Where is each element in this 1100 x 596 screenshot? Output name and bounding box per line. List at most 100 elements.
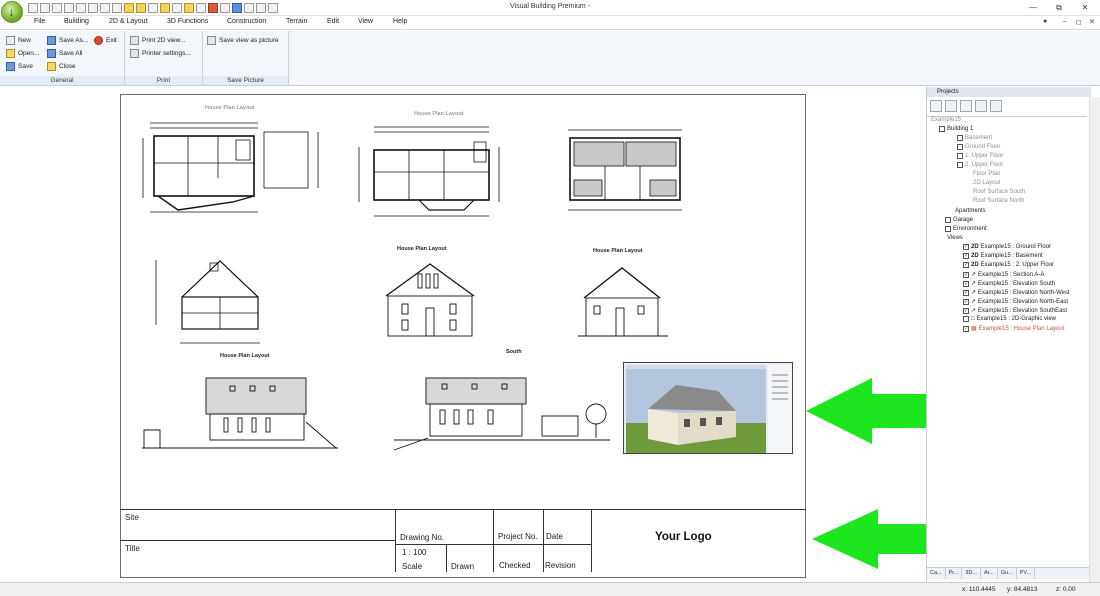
checkbox[interactable]: [957, 135, 963, 141]
checkbox[interactable]: [963, 325, 969, 332]
menu-view[interactable]: View: [358, 18, 373, 25]
view-item-selected[interactable]: ▦Example15 : House Plan Layout: [963, 325, 1064, 332]
ribbon-minimize-icon[interactable]: –: [1063, 18, 1067, 25]
tab-catalog[interactable]: Ca...: [927, 568, 946, 579]
rendered-3d-view[interactable]: [623, 362, 793, 454]
close-doc-button[interactable]: Close: [47, 61, 76, 72]
view-item[interactable]: ↗Example15 : Elevation South: [963, 280, 1055, 287]
tree-root[interactable]: Example15: [931, 117, 961, 123]
menu-help[interactable]: Help: [393, 18, 407, 25]
restore-button[interactable]: ⧉: [1046, 1, 1072, 14]
checkbox[interactable]: [939, 126, 945, 132]
tab-guide[interactable]: Gu...: [998, 568, 1017, 579]
view-item[interactable]: ↗Example15 : Elevation North-West: [963, 289, 1070, 296]
projects-toolbar: [930, 100, 1002, 113]
floor-plan-drawing-2[interactable]: [354, 122, 504, 220]
menu-edit[interactable]: Edit: [327, 18, 339, 25]
menu-3d-functions[interactable]: 3D Functions: [167, 18, 208, 25]
view-item[interactable]: 2DExample15 : 2. Upper Floor: [963, 262, 1054, 268]
checkbox[interactable]: [963, 262, 969, 268]
minimize-button[interactable]: —: [1020, 1, 1046, 14]
checkbox[interactable]: [945, 217, 951, 223]
view-item[interactable]: □ Example15 : 2D-Graphic view: [963, 316, 1056, 322]
delete-icon[interactable]: [975, 100, 987, 112]
checkbox[interactable]: [963, 289, 969, 296]
application-menu-button[interactable]: [1, 1, 23, 23]
check-icon[interactable]: [930, 100, 942, 112]
panel-scrollbar[interactable]: [1089, 97, 1100, 582]
checkbox[interactable]: [963, 298, 969, 305]
close-button[interactable]: ✕: [1072, 1, 1098, 14]
checkbox[interactable]: [957, 153, 963, 159]
tab-pv[interactable]: PV...: [1017, 568, 1036, 579]
floor-plan-drawing-1[interactable]: [138, 118, 324, 216]
section-drawing[interactable]: [150, 255, 275, 347]
tree-item-upper-2[interactable]: 2. Upper Floor: [957, 162, 1003, 168]
tree-item-environment[interactable]: Environment: [945, 226, 987, 232]
save-view-as-picture-button[interactable]: Save view as picture: [207, 35, 279, 46]
print-2d-button[interactable]: Print 2D view...: [130, 35, 185, 46]
checkbox[interactable]: [957, 162, 963, 168]
tree-item-apartments[interactable]: Apartments: [955, 208, 986, 214]
tree-item-2d-layout[interactable]: 2D Layout: [973, 180, 1000, 186]
elevation-drawing-3[interactable]: [140, 372, 340, 452]
save-button[interactable]: Save: [6, 61, 33, 72]
checkbox[interactable]: [945, 226, 951, 232]
view-item[interactable]: ↗Example15 : Section A-A: [963, 271, 1044, 278]
tree-item-views[interactable]: Views: [947, 235, 963, 241]
coord-x: x: 110.4445: [962, 586, 996, 593]
save-as-button[interactable]: Save As...: [47, 35, 88, 46]
tree-item-ground-floor[interactable]: Ground Floor: [957, 144, 1000, 150]
view-item[interactable]: 2DExample15 : Ground Floor: [963, 244, 1051, 250]
view-item[interactable]: ↗Example15 : Elevation SouthEast: [963, 307, 1067, 314]
tree-item-upper-1[interactable]: 1. Upper Floor: [957, 153, 1003, 159]
view-item[interactable]: ↗Example15 : Elevation North-East: [963, 298, 1068, 305]
checkbox[interactable]: [963, 280, 969, 287]
view-item[interactable]: 2DExample15 : Basement: [963, 253, 1043, 259]
south-elevation-drawing[interactable]: [392, 372, 612, 454]
checkbox[interactable]: [963, 244, 969, 250]
menu-file[interactable]: File: [34, 18, 45, 25]
checkbox[interactable]: [963, 307, 969, 314]
menu-2d-layout[interactable]: 2D & Layout: [109, 18, 148, 25]
open-button[interactable]: Open...: [6, 48, 39, 59]
ribbon-restore-icon[interactable]: ◻: [1076, 18, 1082, 26]
tab-3d[interactable]: 3D...: [962, 568, 982, 579]
folder-open-icon[interactable]: [960, 100, 972, 112]
building-icon[interactable]: [990, 100, 1002, 112]
tb-divider: [120, 540, 395, 541]
menu-building[interactable]: Building: [64, 18, 89, 25]
elevation-drawing-2[interactable]: [578, 262, 668, 342]
tree-item-roof-north[interactable]: Roof Surface North: [973, 198, 1024, 204]
new-button[interactable]: New: [6, 35, 31, 46]
tree-item-building[interactable]: Building 1: [939, 126, 973, 132]
projects-panel: Projects Example15 Building 1 Basement G…: [926, 87, 1091, 582]
elevation-drawing-1[interactable]: [378, 258, 478, 340]
tree-item-floor-plan[interactable]: Floor Plan: [973, 171, 1000, 177]
tab-ar[interactable]: Ar...: [981, 568, 998, 579]
checkbox[interactable]: [963, 316, 969, 322]
projects-panel-title: Projects: [927, 87, 1091, 97]
save-all-button[interactable]: Save All: [47, 48, 83, 59]
checkbox[interactable]: [963, 253, 969, 259]
tree-item-garage[interactable]: Garage: [945, 217, 973, 223]
title-block[interactable]: Site Title Drawing No. Project No. Date …: [120, 509, 806, 572]
ribbon-close-icon[interactable]: ✕: [1089, 18, 1095, 26]
menu-terrain[interactable]: Terrain: [286, 18, 307, 25]
exit-button[interactable]: Exit: [94, 35, 117, 46]
checkbox[interactable]: [957, 144, 963, 150]
checkbox[interactable]: [963, 271, 969, 278]
visibility-icon[interactable]: [945, 100, 957, 112]
tab-projects[interactable]: Pr...: [946, 568, 963, 579]
tree-item-roof-south[interactable]: Roof Surface South: [973, 189, 1025, 195]
tb-date: Date: [546, 532, 563, 541]
help-bulb-icon[interactable]: ●: [1043, 18, 1047, 25]
window-title: Visual Building Premium -: [509, 3, 590, 10]
tb-divider: [543, 510, 544, 572]
menu-construction[interactable]: Construction: [227, 18, 266, 25]
tree-item-basement[interactable]: Basement: [957, 135, 992, 141]
view-label: House Plan Layout: [397, 246, 447, 252]
floor-plan-drawing-3[interactable]: [560, 126, 690, 216]
save-all-icon: [47, 49, 56, 58]
printer-settings-button[interactable]: Printer settings...: [130, 48, 191, 59]
